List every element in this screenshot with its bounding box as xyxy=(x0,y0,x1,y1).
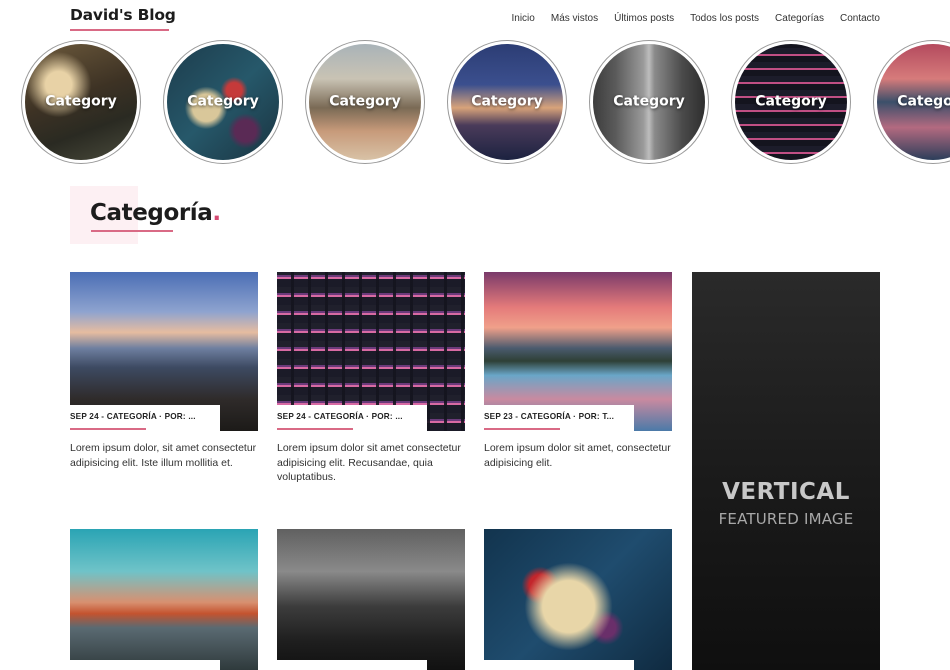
category-image: Category xyxy=(877,44,950,160)
post-excerpt: Lorem ipsum dolor sit amet, consectetur … xyxy=(484,442,671,469)
post-meta[interactable] xyxy=(277,660,427,670)
post-meta-underline xyxy=(277,428,353,430)
post-image[interactable] xyxy=(277,529,465,670)
post-meta[interactable] xyxy=(484,660,634,670)
post-meta[interactable] xyxy=(70,660,220,670)
category-image: Category xyxy=(735,44,847,160)
category-image: Category xyxy=(25,44,137,160)
category-label: Category xyxy=(45,93,117,110)
post-image[interactable] xyxy=(484,529,672,670)
page-title-dot: . xyxy=(212,200,221,226)
main-nav: Inicio Más vistos Últimos posts Todos lo… xyxy=(512,13,881,24)
category-label: Category xyxy=(471,93,543,110)
category-circle[interactable]: Category xyxy=(873,40,950,164)
category-label: Category xyxy=(613,93,685,110)
featured-title: VERTICAL xyxy=(722,479,850,505)
category-image: Category xyxy=(593,44,705,160)
site-logo[interactable]: David's Blog xyxy=(70,6,176,24)
page-title-text: Categoría xyxy=(90,200,213,226)
category-circle[interactable]: Category xyxy=(305,40,425,164)
nav-inicio[interactable]: Inicio xyxy=(512,13,535,24)
post-image[interactable] xyxy=(70,529,258,670)
post-excerpt: Lorem ipsum dolor, sit amet consectetur … xyxy=(70,442,257,469)
category-circle[interactable]: Category xyxy=(447,40,567,164)
category-image: Category xyxy=(451,44,563,160)
title-underline xyxy=(91,230,173,232)
category-carousel: Category Category Category Category Cate… xyxy=(0,40,950,166)
post-meta-underline xyxy=(484,428,560,430)
nav-categorias[interactable]: Categorías xyxy=(775,13,824,24)
category-label: Category xyxy=(329,93,401,110)
post-excerpt: Lorem ipsum dolor sit amet consectetur a… xyxy=(277,442,461,483)
category-circle[interactable]: Category xyxy=(731,40,851,164)
category-circle[interactable]: Category xyxy=(589,40,709,164)
category-image: Category xyxy=(167,44,279,160)
category-label: Category xyxy=(187,93,259,110)
nav-contacto[interactable]: Contacto xyxy=(840,13,880,24)
vertical-featured-image[interactable]: VERTICAL FEATURED IMAGE xyxy=(692,272,880,670)
post-meta-underline xyxy=(70,428,146,430)
nav-ultimos-posts[interactable]: Últimos posts xyxy=(614,13,674,24)
category-circle[interactable]: Category xyxy=(21,40,141,164)
category-circle[interactable]: Category xyxy=(163,40,283,164)
category-label: Category xyxy=(755,93,827,110)
logo-underline xyxy=(70,29,169,31)
page-title: Categoría. xyxy=(90,200,221,226)
category-label: Category xyxy=(897,93,950,110)
nav-todos-los-posts[interactable]: Todos los posts xyxy=(690,13,759,24)
featured-subtitle: FEATURED IMAGE xyxy=(718,510,854,528)
category-image: Category xyxy=(309,44,421,160)
nav-mas-vistos[interactable]: Más vistos xyxy=(551,13,598,24)
